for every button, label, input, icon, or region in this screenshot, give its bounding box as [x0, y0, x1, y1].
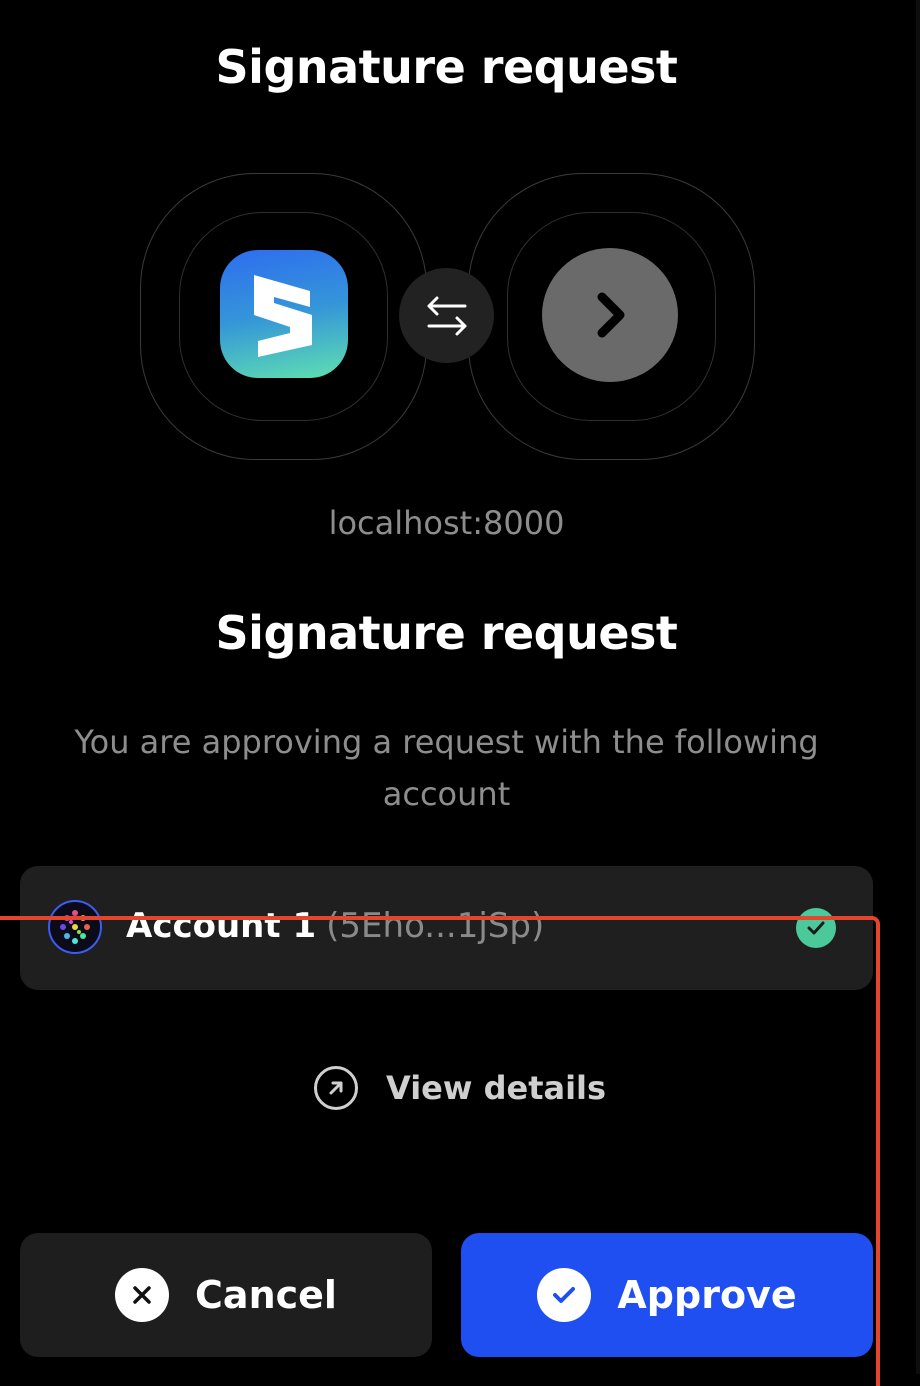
account-label: Account 1 (5Eho...1jSp) [126, 906, 544, 946]
cancel-label: Cancel [195, 1273, 337, 1317]
view-details-label: View details [386, 1069, 607, 1107]
account-address: (5Eho...1jSp) [326, 906, 545, 946]
cancel-button[interactable]: Cancel [20, 1233, 432, 1357]
approve-label: Approve [617, 1273, 797, 1317]
site-host: localhost:8000 [328, 504, 565, 542]
account-avatar [48, 900, 102, 954]
page-title: Signature request [215, 40, 678, 94]
account-name: Account 1 [126, 906, 317, 946]
arrow-up-right-circle-icon [314, 1066, 358, 1110]
close-icon [115, 1268, 170, 1322]
subwallet-logo-icon [220, 250, 348, 378]
swap-arrows-icon [399, 268, 494, 363]
approve-button[interactable]: Approve [461, 1233, 873, 1357]
account-item[interactable]: Account 1 (5Eho...1jSp) [20, 866, 873, 990]
check-icon [537, 1268, 592, 1322]
request-description: You are approving a request with the fol… [74, 723, 819, 813]
check-circle-icon [796, 908, 836, 948]
view-details-link[interactable]: View details [314, 1062, 606, 1114]
scrollbar-track[interactable] [916, 0, 920, 1374]
request-title: Signature request [215, 606, 678, 660]
chevron-right-icon [542, 248, 678, 382]
